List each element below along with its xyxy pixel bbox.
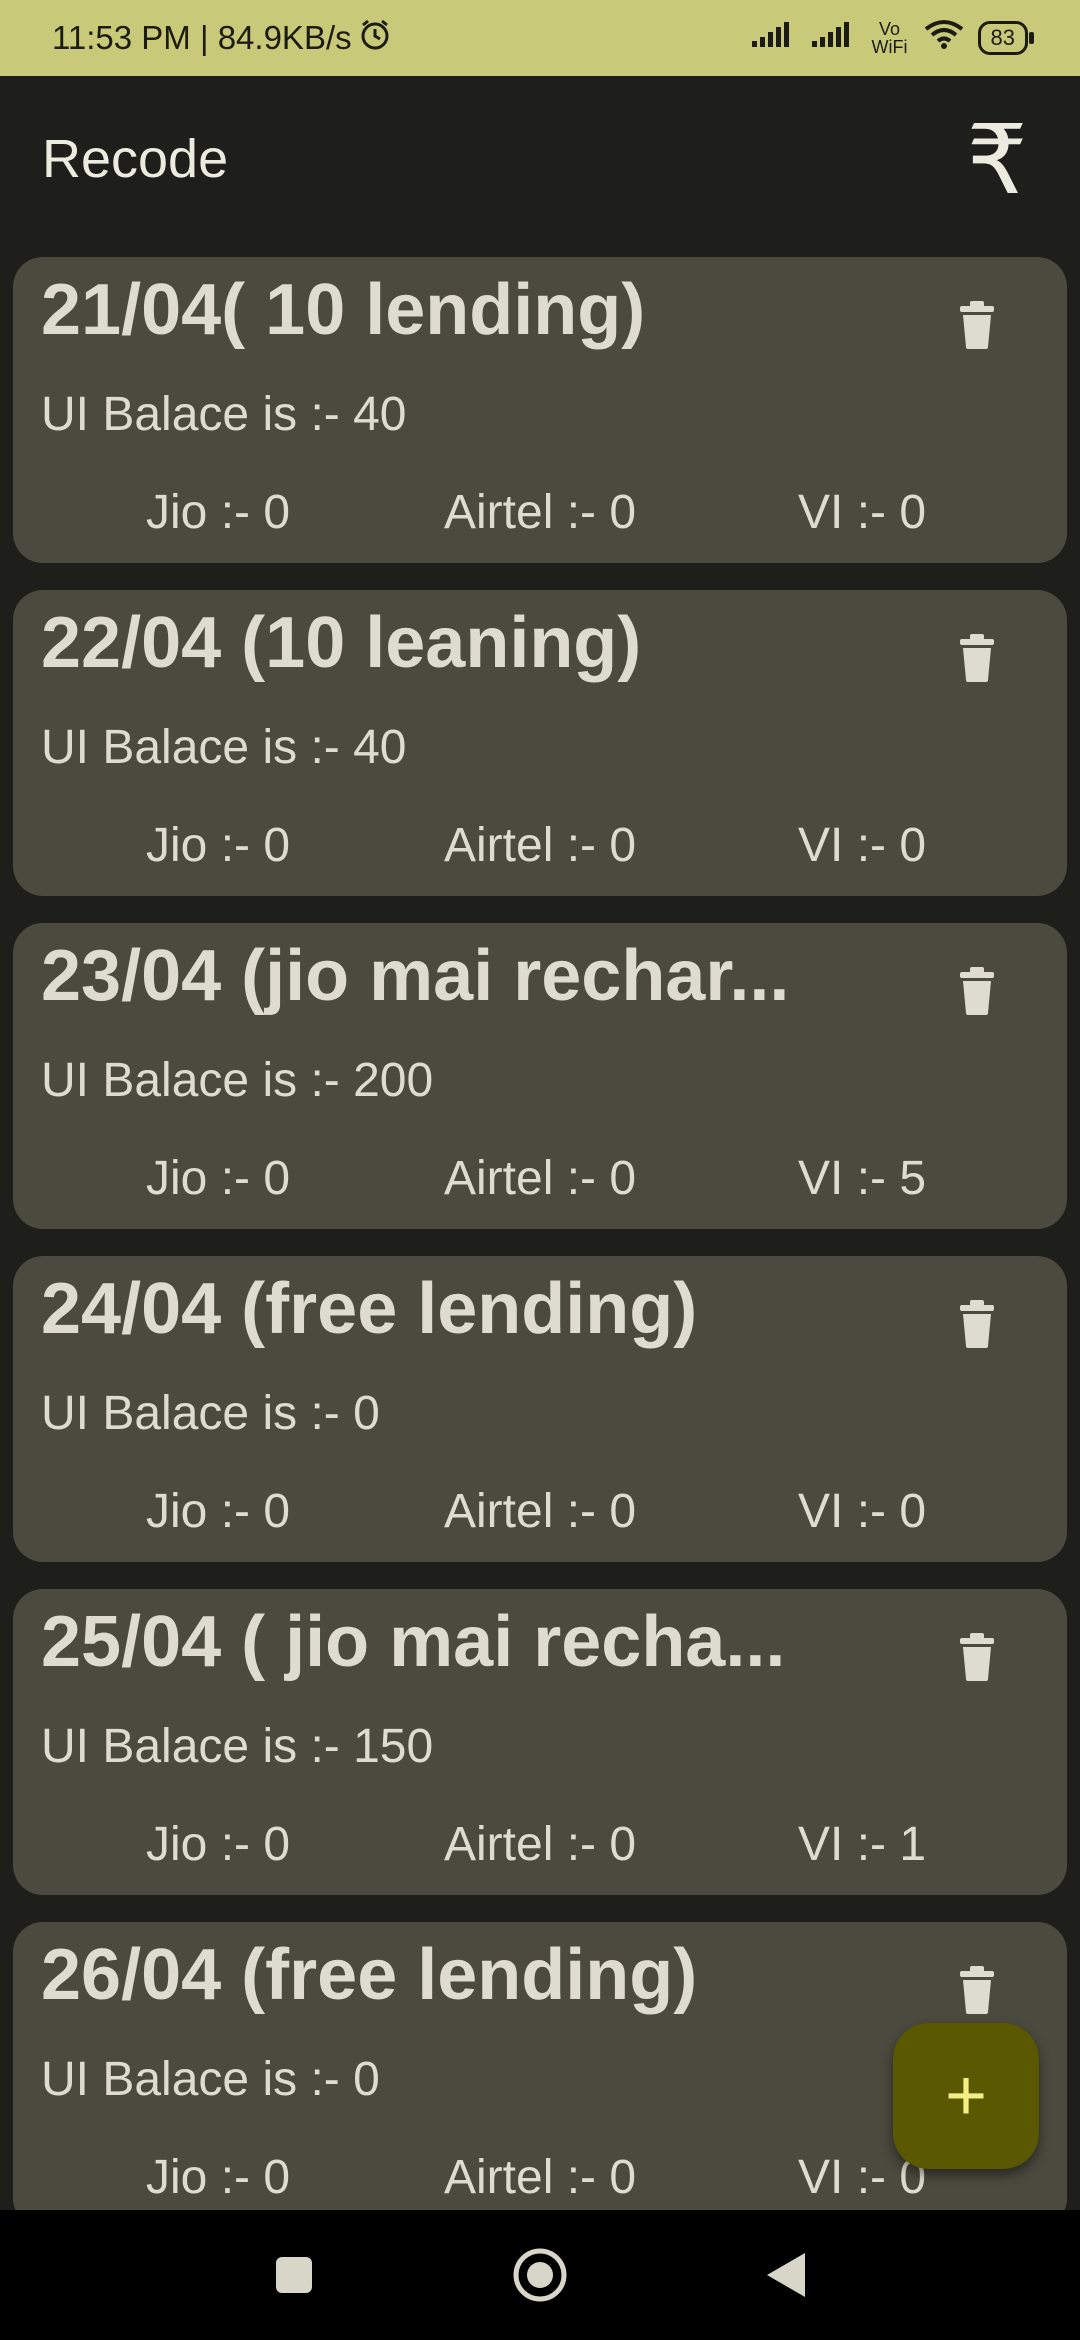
navigation-bar	[0, 2210, 1080, 2340]
balance-text: UI Balace is :- 0	[41, 1387, 380, 1440]
status-left: 11:53 PM | 84.9KB/s	[52, 17, 392, 59]
signal-icon	[750, 19, 796, 57]
airtel-balance: Airtel :- 0	[444, 2151, 637, 2204]
balance-text: UI Balace is :- 40	[41, 721, 407, 774]
battery-indicator: 83	[977, 21, 1035, 55]
delete-button[interactable]	[947, 293, 1007, 357]
airtel-balance: Airtel :- 0	[444, 1485, 637, 1538]
trash-icon	[960, 1966, 994, 2014]
airtel-balance: Airtel :- 0	[444, 486, 637, 539]
record-title: 21/04( 10 lending)	[41, 270, 646, 350]
jio-balance: Jio :- 0	[146, 486, 291, 539]
operator-balances: Jio :- 0 Airtel :- 0 VI :- 0	[13, 818, 1067, 878]
vi-balance: VI :- 0	[798, 486, 927, 539]
record-title: 23/04 (jio mai rechar...	[41, 936, 790, 1016]
jio-balance: Jio :- 0	[146, 2151, 291, 2204]
trash-icon	[960, 301, 994, 349]
recents-icon	[276, 2257, 312, 2293]
record-title: 22/04 (10 leaning)	[41, 603, 642, 683]
trash-icon	[960, 967, 994, 1015]
balance-text: UI Balace is :- 150	[41, 1720, 434, 1773]
operator-balances: Jio :- 0 Airtel :- 0 VI :- 0	[13, 1484, 1067, 1544]
signal-icon-2	[810, 19, 856, 57]
vowifi-label: Vo WiFi	[871, 19, 908, 57]
delete-button[interactable]	[947, 626, 1007, 690]
home-icon	[513, 2248, 567, 2302]
jio-balance: Jio :- 0	[146, 1152, 291, 1205]
page-title: Recode	[42, 129, 229, 189]
airtel-balance: Airtel :- 0	[444, 1818, 637, 1871]
airtel-balance: Airtel :- 0	[444, 819, 637, 872]
delete-button[interactable]	[947, 1958, 1007, 2022]
trash-icon	[960, 1300, 994, 1348]
add-button[interactable]: +	[893, 2023, 1039, 2169]
operator-balances: Jio :- 0 Airtel :- 0 VI :- 1	[13, 1817, 1067, 1877]
vi-balance: VI :- 0	[798, 819, 927, 872]
trash-icon	[960, 634, 994, 682]
record-list[interactable]: 21/04( 10 lending) UI Balace is :- 40 Jio …	[13, 257, 1067, 2210]
balance-text: UI Balace is :- 40	[41, 388, 407, 441]
record-card[interactable]: 25/04 ( jio mai recha... UI Balace is :- …	[13, 1589, 1067, 1895]
jio-balance: Jio :- 0	[146, 1818, 291, 1871]
delete-button[interactable]	[947, 1625, 1007, 1689]
plus-icon: +	[944, 2056, 988, 2136]
balance-text: UI Balace is :- 0	[41, 2053, 380, 2106]
jio-balance: Jio :- 0	[146, 819, 291, 872]
alarm-icon	[358, 17, 392, 59]
delete-button[interactable]	[947, 959, 1007, 1023]
back-icon	[767, 2253, 805, 2297]
wifi-icon	[924, 19, 964, 57]
operator-balances: Jio :- 0 Airtel :- 0 VI :- 0	[13, 485, 1067, 545]
vi-balance: VI :- 5	[798, 1152, 927, 1205]
record-card[interactable]: 24/04 (free lending) UI Balace is :- 0 Jio…	[13, 1256, 1067, 1562]
balance-text: UI Balace is :- 200	[41, 1054, 434, 1107]
rupee-icon[interactable]: ₹	[954, 106, 1040, 216]
back-button[interactable]	[746, 2235, 826, 2315]
operator-balances: Jio :- 0 Airtel :- 0 VI :- 5	[13, 1151, 1067, 1211]
record-card[interactable]: 22/04 (10 leaning) UI Balace is :- 40 Jio …	[13, 590, 1067, 896]
record-title: 26/04 (free lending)	[41, 1935, 698, 2015]
app-bar: Recode ₹	[0, 76, 1080, 248]
recents-button[interactable]	[254, 2235, 334, 2315]
vi-balance: VI :- 1	[798, 1818, 927, 1871]
record-card[interactable]: 21/04( 10 lending) UI Balace is :- 40 Jio …	[13, 257, 1067, 563]
home-button[interactable]	[500, 2235, 580, 2315]
airtel-balance: Airtel :- 0	[444, 1152, 637, 1205]
record-title: 24/04 (free lending)	[41, 1269, 698, 1349]
status-right: Vo WiFi 83	[750, 19, 1035, 57]
jio-balance: Jio :- 0	[146, 1485, 291, 1538]
record-card[interactable]: 23/04 (jio mai rechar... UI Balace is :- …	[13, 923, 1067, 1229]
status-bar: 11:53 PM | 84.9KB/s Vo WiFi 83	[0, 0, 1080, 76]
trash-icon	[960, 1633, 994, 1681]
status-time-speed: 11:53 PM | 84.9KB/s	[52, 19, 352, 56]
delete-button[interactable]	[947, 1292, 1007, 1356]
record-title: 25/04 ( jio mai recha...	[41, 1602, 786, 1682]
vi-balance: VI :- 0	[798, 1485, 927, 1538]
